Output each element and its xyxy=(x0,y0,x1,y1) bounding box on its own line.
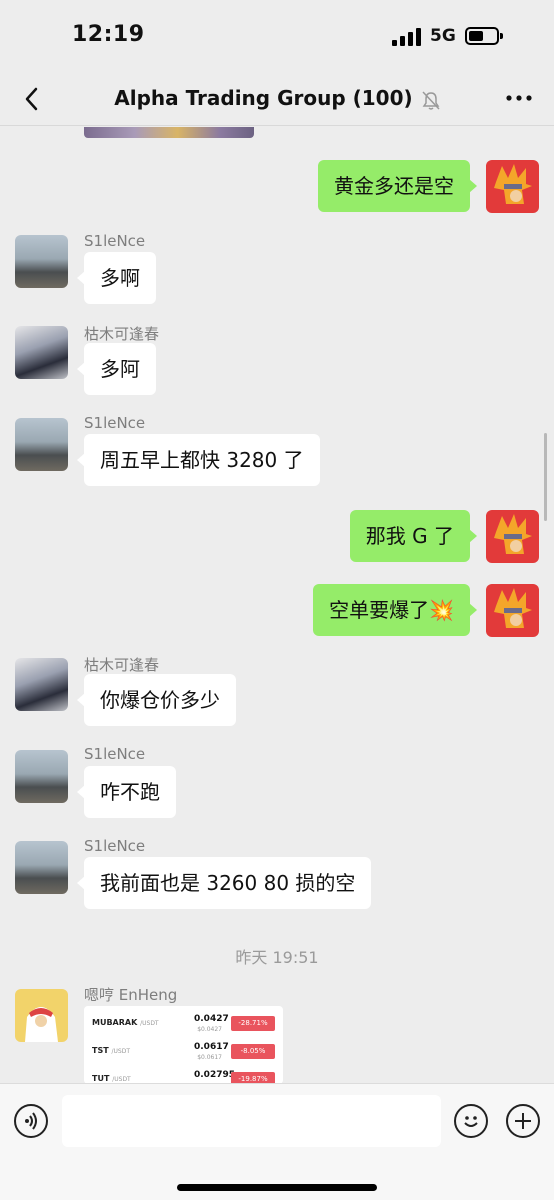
sender-avatar[interactable] xyxy=(15,989,68,1042)
ticker-quote: /USDT xyxy=(140,1020,159,1027)
message-bubble-outgoing[interactable]: 空单要爆了💥 xyxy=(313,584,477,636)
self-avatar[interactable] xyxy=(486,510,539,563)
sender-name: S1leNce xyxy=(84,232,146,250)
message-bubble-outgoing[interactable]: 黄金多还是空 xyxy=(318,160,477,212)
sender-name: S1leNce xyxy=(84,837,146,855)
ellipsis-icon[interactable] xyxy=(504,86,534,110)
more-functions-button[interactable] xyxy=(506,1104,540,1138)
sender-avatar[interactable] xyxy=(15,750,68,803)
ticker-quote: /USDT xyxy=(111,1048,130,1055)
message-bubble-incoming[interactable]: 我前面也是 3260 80 损的空 xyxy=(76,857,372,909)
ticker-price: 0.02795 xyxy=(194,1070,235,1080)
sender-avatar[interactable] xyxy=(15,841,68,894)
timestamp-divider: 昨天 19:51 xyxy=(235,948,319,967)
status-bar: 12:19 5G xyxy=(0,0,554,74)
emoji-button[interactable] xyxy=(454,1104,488,1138)
image-message-ticker-card[interactable]: MUBARAK /USDT 0.0427 $0.0427 -28.71% TST… xyxy=(84,1006,283,1083)
ticker-symbol: TUT xyxy=(92,1074,110,1083)
sender-avatar[interactable] xyxy=(15,658,68,711)
voice-button[interactable] xyxy=(14,1104,48,1138)
smiley-icon xyxy=(464,1116,478,1127)
message-bubble-incoming[interactable]: 你爆仓价多少 xyxy=(77,674,236,726)
chat-title: Alpha Trading Group (100) xyxy=(114,86,413,110)
self-avatar[interactable] xyxy=(486,160,539,213)
message-input[interactable] xyxy=(62,1095,441,1147)
scrollbar[interactable] xyxy=(544,433,547,521)
ticker-row: MUBARAK /USDT 0.0427 $0.0427 -28.71% xyxy=(84,1010,283,1038)
sender-name: 嗯哼 EnHeng xyxy=(84,986,178,1004)
ticker-sub-price: $0.0617 xyxy=(197,1054,222,1061)
sender-name: 枯木可逢春 xyxy=(84,325,160,343)
battery-icon xyxy=(465,27,503,45)
chat-title-wrap: Alpha Trading Group (100) xyxy=(0,86,554,111)
bell-off-icon xyxy=(422,90,440,110)
network-type: 5G xyxy=(430,26,456,46)
ticker-price: 0.0427 xyxy=(194,1014,229,1024)
voice-icon xyxy=(25,1112,37,1130)
chat-header: Alpha Trading Group (100) xyxy=(0,74,554,126)
self-avatar[interactable] xyxy=(486,584,539,637)
cellular-signal-icon xyxy=(392,28,422,46)
plus-icon xyxy=(515,1113,531,1129)
ticker-change-badge: -8.05% xyxy=(231,1044,275,1059)
input-toolbar xyxy=(0,1083,554,1200)
sender-avatar[interactable] xyxy=(15,326,68,379)
ticker-change-badge: -19.87% xyxy=(231,1072,275,1083)
message-bubble-incoming[interactable]: 周五早上都快 3280 了 xyxy=(77,434,320,486)
sender-name: S1leNce xyxy=(84,414,146,432)
message-bubble-incoming[interactable]: 咋不跑 xyxy=(77,766,176,818)
ticker-sub-price: $0.0427 xyxy=(197,1026,222,1033)
ticker-price: 0.0617 xyxy=(194,1042,229,1052)
chat-message-list[interactable]: 黄金多还是空 S1leNce 多啊 枯木可逢春 多阿 S1leNce 周五早上都… xyxy=(0,127,554,1083)
ticker-row: TST /USDT 0.0617 $0.0617 -8.05% xyxy=(84,1038,283,1066)
ticker-symbol: MUBARAK xyxy=(92,1018,138,1027)
ticker-quote: /USDT xyxy=(112,1076,131,1083)
ticker-symbol: TST xyxy=(92,1046,109,1055)
sender-avatar[interactable] xyxy=(15,235,68,288)
ticker-row: TUT /USDT 0.02795 -19.87% xyxy=(84,1066,283,1083)
message-bubble-incoming[interactable]: 多啊 xyxy=(77,252,156,304)
status-time: 12:19 xyxy=(72,22,145,47)
sender-name: S1leNce xyxy=(84,745,146,763)
ticker-change-badge: -28.71% xyxy=(231,1016,275,1031)
message-bubble-outgoing[interactable]: 那我 G 了 xyxy=(349,510,478,562)
previous-image-message[interactable] xyxy=(84,127,254,138)
sender-avatar[interactable] xyxy=(15,418,68,471)
message-bubble-incoming[interactable]: 多阿 xyxy=(77,343,156,395)
sender-name: 枯木可逢春 xyxy=(84,656,160,674)
home-indicator[interactable] xyxy=(177,1184,377,1191)
